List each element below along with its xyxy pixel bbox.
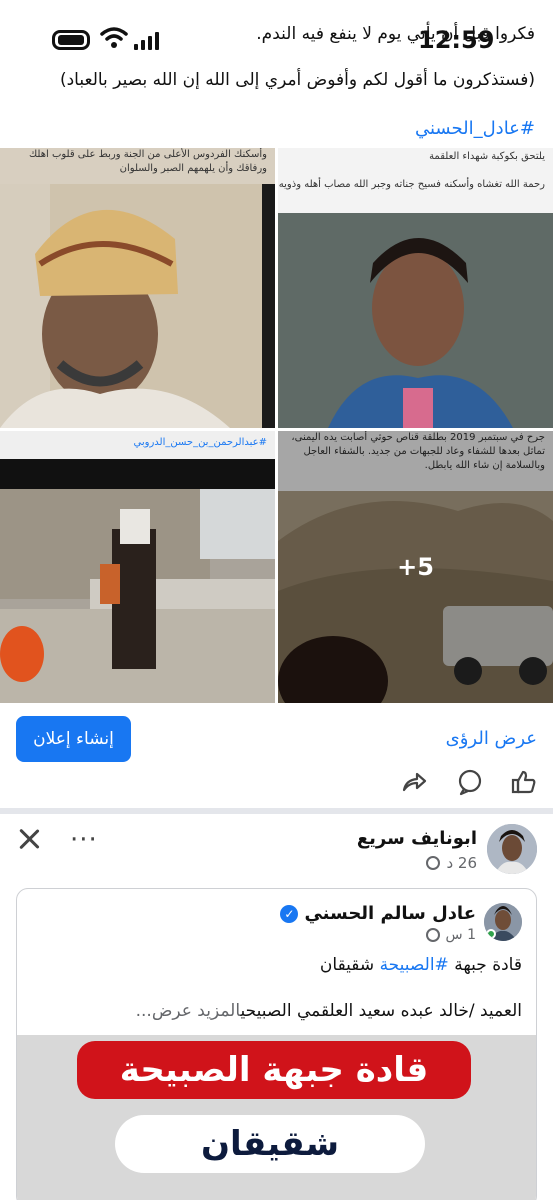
avatar[interactable]	[487, 824, 537, 874]
battery-icon	[52, 30, 90, 50]
post-actions-row: إنشاء إعلان عرض الرؤى	[0, 712, 553, 766]
shared-text-line1: قادة جبهة #الصبيحة شقيقان	[320, 955, 522, 975]
verified-icon: ✓	[280, 904, 299, 923]
shared-post-card[interactable]: عادل سالم الحسني ✓ 1 س قادة جبهة #الصبيح…	[16, 888, 537, 1200]
photo-grid: وأسكنك الفردوس الأعلى من الجنة وربط على …	[0, 148, 553, 703]
photo-2-caption: يلتحق بكوكبة شهداء العلقمة	[429, 151, 545, 162]
see-more-link[interactable]: المزيد عرض...	[136, 1001, 241, 1021]
feed-divider	[0, 808, 553, 814]
shared-text-line2: العميد /خالد عبده سعيد العلقمي الصبيحيال…	[136, 1001, 522, 1021]
wifi-icon	[100, 27, 128, 48]
shared-time: 1 س	[445, 927, 476, 943]
shared-avatar[interactable]	[484, 903, 522, 941]
globe-icon	[425, 928, 440, 942]
like-icon[interactable]	[510, 768, 538, 796]
banner-title: قادة جبهة الصبيحة	[77, 1041, 471, 1099]
shared-banner-image[interactable]: قادة جبهة الصبيحة شقيقان	[17, 1035, 536, 1200]
close-icon[interactable]	[18, 828, 40, 850]
shared-meta: 1 س	[425, 927, 476, 943]
shared-text-suffix: شقيقان	[319, 955, 380, 975]
photo-2-image	[278, 213, 553, 428]
page: فكروا قبل أن يأتي يوم لا ينفع فيه الندم.…	[0, 0, 553, 1200]
shared-text2: العميد /خالد عبده سعيد العلقمي الصبيحي	[240, 1001, 522, 1021]
globe-icon	[426, 856, 441, 870]
post-hashtag[interactable]: #عادل_الحسني	[415, 118, 535, 139]
photo-3-image	[0, 459, 275, 703]
shared-hashtag[interactable]: #الصبيحة	[380, 955, 449, 975]
shared-text-prefix: قادة جبهة	[448, 955, 522, 975]
photo-1-image	[0, 184, 275, 428]
comment-icon[interactable]	[456, 768, 484, 796]
create-ad-button[interactable]: إنشاء إعلان	[16, 716, 131, 762]
more-icon[interactable]: ···	[70, 825, 98, 855]
photo-3-link[interactable]: #عبدالرحمن_بن_حسن_الدروبي	[134, 437, 268, 448]
photo-3[interactable]: #عبدالرحمن_بن_حسن_الدروبي	[0, 431, 275, 703]
status-time: 12:59	[418, 26, 495, 54]
more-photos-overlay[interactable]: +5	[278, 431, 553, 703]
post2-meta: 26 د	[426, 854, 477, 872]
banner-subtitle: شقيقان	[115, 1115, 425, 1173]
view-insights-link[interactable]: عرض الرؤى	[446, 728, 537, 749]
photo-2[interactable]: يلتحق بكوكبة شهداء العلقمة رحمة الله تغش…	[278, 148, 553, 428]
post-text-line2: (فستذكرون ما أقول لكم وأفوض أمري إلى الل…	[59, 70, 535, 90]
post2-header: ··· ابونايف سريع 26 د	[0, 820, 553, 888]
photo-4[interactable]: جرح في سبتمبر 2019 بطلقة قناص حوثي أصابت…	[278, 431, 553, 703]
photo-1[interactable]: وأسكنك الفردوس الأعلى من الجنة وربط على …	[0, 148, 275, 428]
post2-time: 26 د	[446, 854, 477, 872]
shared-author[interactable]: عادل سالم الحسني	[304, 903, 476, 924]
status-bar: فكروا قبل أن يأتي يوم لا ينفع فيه الندم.…	[0, 0, 553, 140]
share-icon[interactable]	[400, 768, 428, 796]
more-photos-count: +5	[397, 553, 434, 581]
post2-author[interactable]: ابونايف سريع	[357, 828, 477, 849]
photo-1-caption: وأسكنك الفردوس الأعلى من الجنة وربط على …	[28, 149, 267, 174]
reaction-bar	[0, 762, 553, 802]
signal-icon	[134, 30, 162, 50]
shared-author-row: عادل سالم الحسني ✓	[280, 903, 476, 924]
photo-2-caption-2: رحمة الله تغشاه وأسكنه فسيح جناته وجبر ا…	[278, 179, 545, 190]
online-indicator	[486, 929, 496, 939]
avatar-image	[487, 824, 537, 874]
